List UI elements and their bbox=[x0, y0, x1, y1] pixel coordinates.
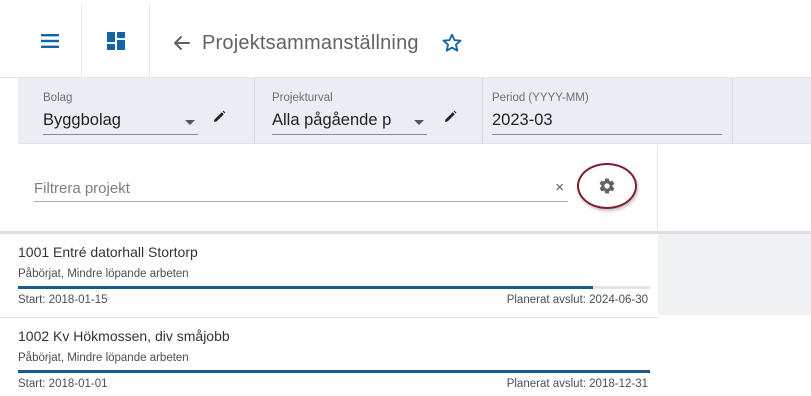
top-bar: Projektsammanställning bbox=[0, 0, 811, 78]
project-end-date: Planerat avslut: 2018-12-31 bbox=[506, 378, 648, 390]
star-icon[interactable] bbox=[441, 32, 463, 54]
project-start-date: Start: 2018-01-01 bbox=[18, 378, 108, 390]
page-title: Projektsammanställning bbox=[202, 31, 419, 54]
filter-bar: Bolag Byggbolag Projekturval Alla pågåen… bbox=[18, 78, 811, 144]
search-field: × bbox=[34, 176, 568, 202]
menu-icon bbox=[40, 34, 59, 48]
edit-pencil-icon[interactable] bbox=[442, 109, 458, 125]
progress-bar bbox=[18, 370, 650, 373]
detail-placeholder bbox=[658, 231, 811, 315]
search-input[interactable] bbox=[34, 176, 534, 200]
company-label: Bolag bbox=[43, 92, 73, 104]
menu-button[interactable] bbox=[18, 4, 82, 78]
title-area: Projektsammanställning bbox=[172, 28, 463, 58]
project-selection-select[interactable]: Alla pågående p bbox=[272, 111, 406, 130]
edit-pencil-icon[interactable] bbox=[211, 109, 227, 125]
project-status: Påbörjat, Mindre löpande arbeten bbox=[18, 268, 189, 280]
project-selection-filter: Projekturval Alla pågående p bbox=[255, 78, 483, 144]
clear-icon[interactable]: × bbox=[555, 179, 564, 197]
project-selection-label: Projekturval bbox=[272, 92, 333, 104]
chevron-down-icon[interactable] bbox=[185, 120, 195, 125]
chevron-down-icon[interactable] bbox=[414, 120, 424, 125]
dashboard-icon bbox=[106, 32, 125, 50]
progress-fill bbox=[18, 370, 650, 373]
company-underline bbox=[43, 134, 198, 135]
list-item[interactable]: 1001 Entré datorhall Stortorp Påbörjat, … bbox=[0, 234, 658, 318]
project-title: 1002 Kv Hökmossen, div småjobb bbox=[18, 328, 230, 344]
project-status: Påbörjat, Mindre löpande arbeten bbox=[18, 352, 189, 364]
period-underline bbox=[492, 134, 722, 135]
list-item[interactable]: 1002 Kv Hökmossen, div småjobb Påbörjat,… bbox=[0, 318, 658, 396]
progress-bar bbox=[18, 286, 650, 289]
settings-button[interactable] bbox=[577, 163, 637, 209]
project-start-date: Start: 2018-01-15 bbox=[18, 294, 108, 306]
period-input[interactable]: 2023-03 bbox=[492, 111, 712, 130]
project-list: 1001 Entré datorhall Stortorp Påbörjat, … bbox=[0, 231, 658, 396]
dashboard-button[interactable] bbox=[82, 4, 150, 78]
company-select[interactable]: Byggbolag bbox=[43, 111, 173, 130]
period-filter: Period (YYYY-MM) 2023-03 bbox=[483, 78, 733, 144]
project-selection-underline bbox=[272, 134, 427, 135]
period-label: Period (YYYY-MM) bbox=[492, 92, 589, 104]
progress-fill bbox=[18, 286, 594, 289]
company-filter: Bolag Byggbolag bbox=[18, 78, 255, 144]
project-title: 1001 Entré datorhall Stortorp bbox=[18, 244, 198, 260]
back-arrow-icon[interactable] bbox=[172, 32, 194, 54]
gear-icon bbox=[599, 178, 615, 194]
project-end-date: Planerat avslut: 2024-06-30 bbox=[506, 294, 648, 306]
